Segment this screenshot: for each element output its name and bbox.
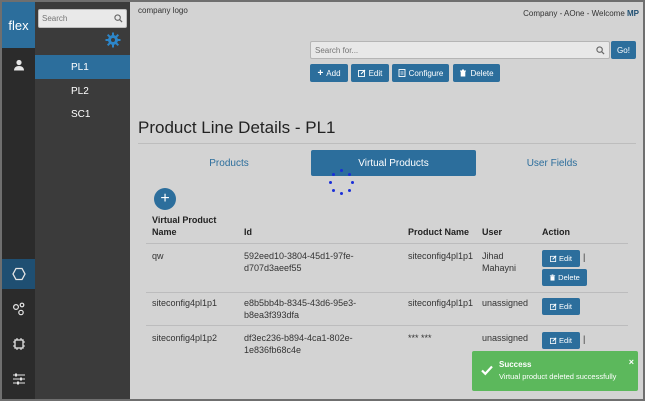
document-icon xyxy=(398,69,406,77)
cell-product-name: *** *** xyxy=(408,333,432,343)
toast-title: Success xyxy=(499,360,532,369)
cell-id: e8b5bb4b-8345-43d6-95e3-b8ea3f393dfa xyxy=(244,298,357,320)
table-row-divider xyxy=(146,325,628,326)
add-button[interactable]: + Add xyxy=(310,64,348,82)
sidebar-item-label: SC1 xyxy=(71,108,91,120)
column-header-name: Virtual Product Name xyxy=(152,215,217,237)
sidebar-item-sc1[interactable]: SC1 xyxy=(35,102,130,126)
search-input[interactable] xyxy=(315,45,595,55)
tab-user-fields[interactable]: User Fields xyxy=(476,150,628,176)
row-edit-label: Edit xyxy=(559,302,572,311)
sliders-icon[interactable] xyxy=(2,364,35,394)
share-nodes-icon[interactable] xyxy=(2,294,35,324)
edit-icon xyxy=(357,69,365,77)
plus-icon: + xyxy=(317,67,324,79)
trash-icon xyxy=(460,69,467,77)
welcome-text: Company - AOne - Welcome MP xyxy=(523,9,639,18)
delete-label: Delete xyxy=(470,68,494,78)
configure-label: Configure xyxy=(408,68,444,78)
row-edit-label: Edit xyxy=(559,254,572,263)
cell-name: siteconfig4pl1p2 xyxy=(152,333,218,343)
search-icon[interactable] xyxy=(596,46,605,55)
cell-product-name: siteconfig4pl1p1 xyxy=(408,251,474,261)
row-edit-label: Edit xyxy=(559,336,572,345)
action-separator: | xyxy=(583,252,586,262)
edit-icon xyxy=(550,337,557,344)
sidebar-item-pl1[interactable]: PL1 xyxy=(35,55,130,79)
sidebar-search-input[interactable] xyxy=(42,14,114,23)
cell-name: qw xyxy=(152,251,164,261)
toast-message: Virtual product deleted successfully xyxy=(499,372,617,381)
global-search-field[interactable] xyxy=(310,41,610,59)
sidebar-item-label: PL1 xyxy=(71,61,89,73)
page-title: Product Line Details - PL1 xyxy=(138,118,336,137)
column-header-product-name: Product Name xyxy=(408,227,470,237)
add-virtual-product-button[interactable]: + xyxy=(154,188,176,210)
title-divider xyxy=(138,143,636,144)
welcome-label: Company - AOne - Welcome xyxy=(523,9,627,18)
app-window: flex Search PL1 PL2 SC1 company logo Com… xyxy=(0,0,645,401)
table-header-divider xyxy=(146,243,628,244)
flex-logo[interactable]: flex xyxy=(2,2,35,48)
row-edit-button[interactable]: Edit xyxy=(542,332,580,349)
cell-product-name: siteconfig4pl1p1 xyxy=(408,298,474,308)
sidebar-item-pl2[interactable]: PL2 xyxy=(35,79,130,103)
user-initials[interactable]: MP xyxy=(627,9,639,18)
column-header-action: Action xyxy=(542,227,570,237)
row-edit-button[interactable]: Edit xyxy=(542,250,580,267)
row-edit-button[interactable]: Edit xyxy=(542,298,580,315)
table-row-divider xyxy=(146,292,628,293)
configure-button[interactable]: Configure xyxy=(392,64,449,82)
main-content: company logo Company - AOne - Welcome MP… xyxy=(130,2,643,399)
sidebar-item-label: PL2 xyxy=(71,85,89,97)
sidebar-search-field[interactable] xyxy=(38,9,127,28)
close-icon[interactable]: × xyxy=(629,357,634,367)
loading-spinner xyxy=(328,169,356,197)
check-icon xyxy=(481,365,493,376)
cell-user: Jihad Mahayni xyxy=(482,251,517,273)
cell-user: unassigned xyxy=(482,298,529,308)
row-delete-label: Delete xyxy=(558,273,580,282)
row-delete-button[interactable]: Delete xyxy=(542,269,587,286)
tab-products[interactable]: Products xyxy=(138,150,320,176)
column-header-id: Id xyxy=(244,227,252,237)
column-header-user: User xyxy=(482,227,503,237)
product-line-sidebar: PL1 PL2 SC1 xyxy=(35,2,130,399)
cell-id: df3ec236-b894-4ca1-802e-1e836fb68c4e xyxy=(244,333,353,355)
edit-label: Edit xyxy=(368,68,383,78)
edit-button[interactable]: Edit xyxy=(351,64,389,82)
delete-button[interactable]: Delete xyxy=(453,64,500,82)
hexagon-icon[interactable] xyxy=(2,259,35,289)
search-icon[interactable] xyxy=(114,14,123,23)
cell-name: siteconfig4pl1p1 xyxy=(152,298,218,308)
edit-icon xyxy=(550,303,557,310)
add-label: Add xyxy=(326,68,341,78)
go-button[interactable]: Go! xyxy=(611,41,636,59)
gear-icon[interactable] xyxy=(105,32,121,53)
user-icon[interactable] xyxy=(2,52,35,78)
edit-icon xyxy=(550,255,557,262)
success-toast: Success Virtual product deleted successf… xyxy=(472,351,638,391)
action-separator: | xyxy=(583,334,586,344)
cell-id: 592eed10-3804-45d1-97fe-d707d3aeef55 xyxy=(244,251,354,273)
chip-icon[interactable] xyxy=(2,329,35,359)
icon-rail: flex xyxy=(2,2,35,399)
company-logo: company logo xyxy=(138,6,188,15)
cell-user: unassigned xyxy=(482,333,529,343)
trash-icon xyxy=(550,274,556,281)
